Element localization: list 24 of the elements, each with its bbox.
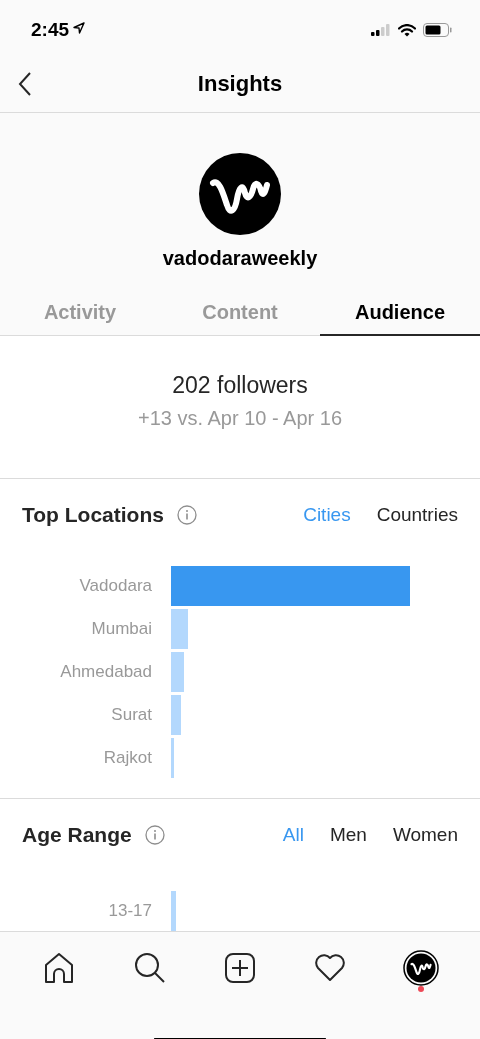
filter-tab[interactable]: Women <box>392 824 458 846</box>
follower-comparison: +13 vs. Apr 10 - Apr 16 <box>138 407 342 430</box>
bar-label: Rajkot <box>102 748 152 769</box>
wifi-icon <box>398 23 416 37</box>
battery-icon <box>423 23 452 37</box>
info-icon[interactable] <box>144 825 165 845</box>
section-title: Age Range <box>22 823 132 847</box>
username: vadodaraweekly <box>162 247 318 270</box>
bar-label: Mumbai <box>90 619 152 640</box>
status-time: 2:45 <box>31 18 70 41</box>
signal-icon <box>371 24 391 36</box>
tab[interactable]: Audience <box>320 290 480 336</box>
bar-label: Surat <box>110 705 152 726</box>
bar-label: 13-17 <box>107 901 152 921</box>
bar-label: Vadodara <box>78 576 152 597</box>
follower-count: 202 followers <box>172 372 308 399</box>
bar-label: Ahmedabad <box>59 662 152 683</box>
filter-tab[interactable]: Men <box>329 824 367 846</box>
section-title: Top Locations <box>22 503 164 528</box>
screen-title: Insights <box>197 71 283 97</box>
logo-icon <box>199 153 281 235</box>
location-arrow-icon <box>73 22 86 34</box>
filter-tab[interactable]: Countries <box>376 504 458 527</box>
info-icon[interactable] <box>176 505 197 526</box>
